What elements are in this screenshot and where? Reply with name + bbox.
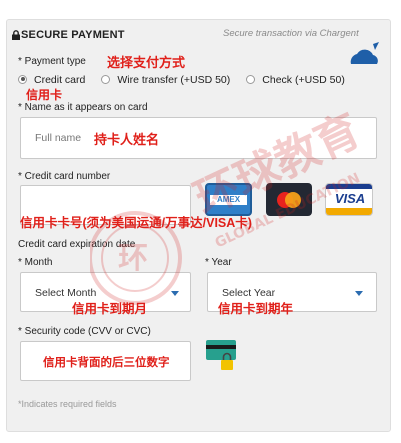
chevron-down-icon	[355, 291, 363, 296]
month-label: * Month	[18, 257, 53, 268]
card-number-annotation: 信用卡卡号(须为美国运通/万事达/VISA卡)	[20, 216, 252, 230]
chevron-down-icon	[171, 291, 179, 296]
radio-check[interactable]: Check (+USD 50)	[246, 74, 345, 86]
payment-type-options: Credit card Wire transfer (+USD 50) Chec…	[18, 74, 345, 86]
year-annotation: 信用卡到期年	[218, 302, 294, 316]
name-on-card-field[interactable]: Full name 持卡人姓名	[20, 117, 377, 159]
card-lock-icon	[206, 340, 236, 370]
security-code-label: * Security code (CVV or CVC)	[18, 326, 151, 337]
name-annotation: 持卡人姓名	[94, 132, 160, 147]
lock-icon	[12, 30, 20, 40]
payment-type-label: * Payment type	[18, 56, 86, 67]
expiration-label: Credit card expiration date	[18, 239, 136, 250]
name-on-card-label: * Name as it appears on card	[18, 102, 148, 113]
year-label: * Year	[205, 257, 232, 268]
month-annotation: 信用卡到期月	[72, 302, 148, 316]
security-code-field[interactable]: 信用卡背面的后三位数字	[20, 341, 191, 381]
radio-wire-transfer[interactable]: Wire transfer (+USD 50)	[101, 74, 230, 86]
name-placeholder: Full name	[35, 132, 82, 144]
required-fields-note: *Indicates required fields	[18, 399, 117, 409]
secure-transaction-note: Secure transaction via Chargent	[223, 28, 359, 39]
secure-payment-title: SECURE PAYMENT	[21, 29, 125, 41]
card-number-label: * Credit card number	[18, 171, 111, 182]
chargent-cloud-icon	[350, 42, 379, 64]
radio-credit-card[interactable]: Credit card	[18, 74, 85, 86]
credit-card-annotation: 信用卡	[26, 88, 63, 102]
payment-type-annotation: 选择支付方式	[107, 55, 186, 70]
security-code-annotation: 信用卡背面的后三位数字	[43, 357, 170, 369]
visa-icon: VISA	[325, 183, 373, 216]
mastercard-icon	[266, 183, 312, 216]
